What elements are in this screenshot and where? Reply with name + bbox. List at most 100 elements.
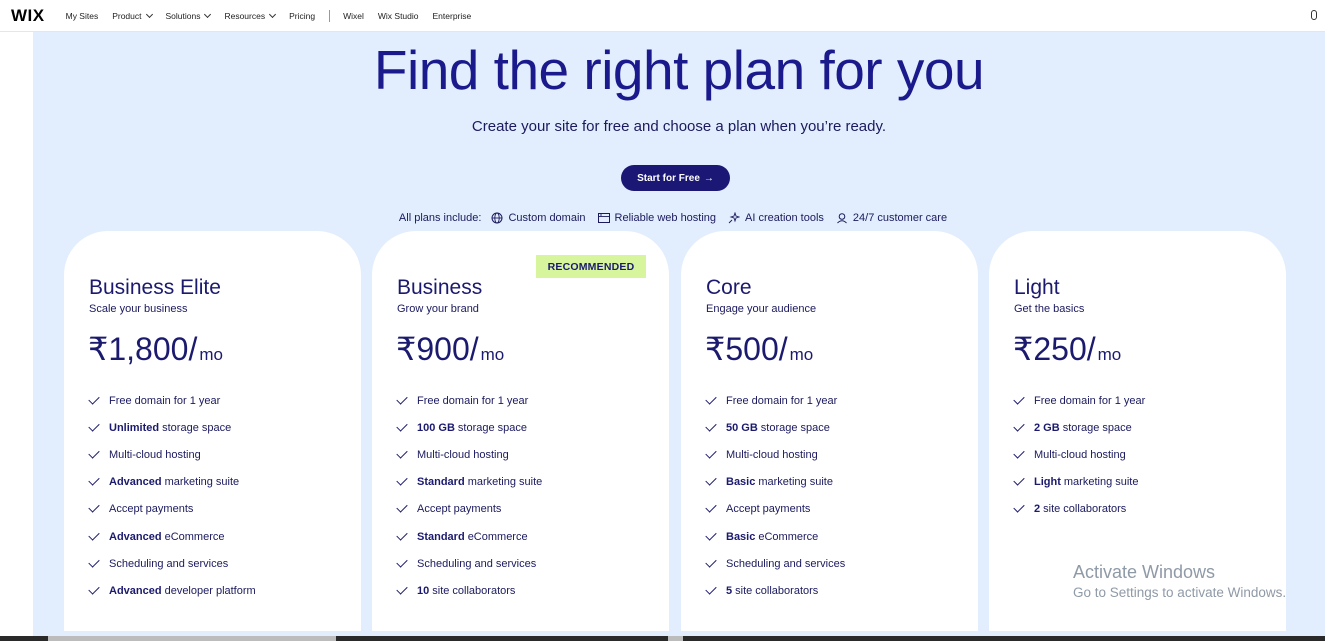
- feature-item: 2 site collaborators: [1013, 496, 1145, 523]
- top-nav: WIX My Sites Product Solutions Resources…: [0, 0, 1325, 32]
- recommended-badge: RECOMMENDED: [536, 255, 646, 278]
- price-period: mo: [1097, 345, 1122, 364]
- arrow-right-icon: →: [703, 172, 714, 184]
- nav-item-product[interactable]: Product: [112, 10, 153, 21]
- feature-item: Multi-cloud hosting: [396, 441, 542, 468]
- nav-item-wixel[interactable]: Wixel: [343, 11, 364, 21]
- plan-name: Core: [706, 276, 752, 299]
- price-period: mo: [480, 345, 505, 364]
- check-icon: [1013, 474, 1025, 486]
- feature-item: Free domain for 1 year: [705, 387, 845, 414]
- feature-text: site collaborators: [432, 584, 516, 597]
- feature-item: Multi-cloud hosting: [1013, 441, 1145, 468]
- plan-name: Business: [397, 276, 483, 299]
- globe-icon: [491, 212, 503, 224]
- feature-item: Advanced marketing suite: [88, 469, 256, 496]
- feature-item: Standard eCommerce: [396, 523, 542, 550]
- page-subtitle: Create your site for free and choose a p…: [471, 118, 887, 135]
- windows-activation-watermark: Activate Windows Go to Settings to activ…: [1073, 562, 1286, 600]
- feature-item: Free domain for 1 year: [88, 387, 256, 414]
- scroll-segment: [668, 636, 683, 641]
- all-plans-include: All plans include: Custom domain Reliabl…: [33, 212, 1325, 224]
- feature-item: Standard marketing suite: [396, 469, 543, 496]
- feature-item: Free domain for 1 year: [396, 387, 542, 414]
- feature-text: storage space: [457, 421, 528, 434]
- plan-tagline: Get the basics: [1014, 303, 1085, 315]
- cta-label: Start for Free: [637, 172, 700, 184]
- check-icon: [88, 583, 100, 595]
- feature-text: Multi-cloud hosting: [726, 448, 818, 461]
- plan-price: ₹500/mo: [705, 330, 813, 368]
- include-label: Custom domain: [508, 212, 586, 224]
- feature-item: 50 GB storage space: [705, 414, 845, 441]
- nav-item-wix-studio[interactable]: Wix Studio: [378, 11, 419, 21]
- check-icon: [705, 447, 717, 459]
- feature-highlight: 10: [417, 584, 430, 597]
- nav-item-solutions[interactable]: Solutions: [165, 10, 212, 21]
- feature-text: eCommerce: [758, 530, 819, 543]
- plan-card-business: RECOMMENDED Business Grow your brand ₹90…: [372, 231, 669, 631]
- price-amount: ₹500/: [705, 331, 788, 367]
- check-icon: [88, 556, 100, 568]
- feature-text: storage space: [1062, 421, 1132, 434]
- feature-text: Free domain for 1 year: [1034, 394, 1146, 407]
- feature-text: storage space: [760, 421, 830, 434]
- plan-price: ₹250/mo: [1013, 330, 1121, 368]
- start-for-free-button[interactable]: Start for Free →: [621, 165, 730, 191]
- check-icon: [705, 501, 717, 514]
- chevron-down-icon: [145, 10, 153, 18]
- plan-name: Business Elite: [89, 276, 221, 299]
- feature-text: Scheduling and services: [109, 557, 229, 570]
- nav-item-resources[interactable]: Resources: [224, 10, 277, 21]
- include-label: AI creation tools: [745, 212, 824, 224]
- account-icon[interactable]: [1311, 10, 1317, 20]
- check-icon: [1013, 447, 1025, 459]
- nav-item-label: Solutions: [165, 10, 201, 21]
- feature-text: eCommerce: [467, 530, 528, 543]
- feature-highlight: Standard: [417, 476, 465, 489]
- check-icon: [396, 528, 408, 541]
- feature-highlight: Advanced: [109, 584, 162, 597]
- feature-highlight: Advanced: [109, 530, 162, 543]
- nav-divider: [329, 9, 331, 22]
- watermark-subtitle: Go to Settings to activate Windows.: [1073, 585, 1287, 600]
- feature-text: Scheduling and services: [417, 557, 537, 570]
- nav-item-pricing[interactable]: Pricing: [289, 11, 315, 21]
- check-icon: [705, 420, 717, 432]
- nav-item-enterprise[interactable]: Enterprise: [433, 11, 472, 21]
- check-icon: [705, 556, 717, 568]
- check-icon: [396, 501, 408, 514]
- feature-highlight: 2 GB: [1034, 421, 1060, 434]
- plan-card-business-elite: Business Elite Scale your business ₹1,80…: [64, 231, 361, 631]
- scroll-segment: [48, 636, 336, 641]
- include-ai-tools: AI creation tools: [728, 212, 824, 224]
- feature-text: eCommerce: [164, 530, 225, 543]
- feature-item: 2 GB storage space: [1013, 414, 1145, 441]
- price-amount: ₹1,800/: [88, 331, 198, 367]
- check-icon: [705, 474, 717, 486]
- feature-item: Scheduling and services: [396, 550, 542, 577]
- nav-item-my-sites[interactable]: My Sites: [66, 11, 99, 21]
- plan-name: Light: [1014, 276, 1060, 299]
- check-icon: [88, 474, 100, 486]
- page-title: Find the right plan for you: [373, 39, 985, 101]
- feature-text: Accept payments: [726, 503, 811, 516]
- check-icon: [396, 474, 408, 486]
- feature-highlight: 5: [726, 584, 733, 597]
- plan-card-core: Core Engage your audience ₹500/mo Free d…: [681, 231, 978, 631]
- wix-logo[interactable]: WIX: [11, 6, 45, 26]
- feature-text: Multi-cloud hosting: [417, 448, 509, 461]
- feature-text: marketing suite: [467, 476, 543, 489]
- check-icon: [396, 392, 408, 405]
- nav-item-label: Product: [112, 10, 142, 21]
- feature-highlight: 100 GB: [417, 421, 455, 434]
- feature-text: Accept payments: [417, 503, 502, 516]
- feature-item: Multi-cloud hosting: [705, 441, 845, 468]
- feature-item: Accept payments: [88, 496, 256, 523]
- feature-highlight: Unlimited: [109, 421, 160, 434]
- include-label: 24/7 customer care: [852, 212, 948, 224]
- plan-tagline: Engage your audience: [706, 303, 817, 315]
- feature-item: Basic eCommerce: [705, 523, 845, 550]
- check-icon: [1013, 501, 1025, 514]
- check-icon: [88, 528, 100, 541]
